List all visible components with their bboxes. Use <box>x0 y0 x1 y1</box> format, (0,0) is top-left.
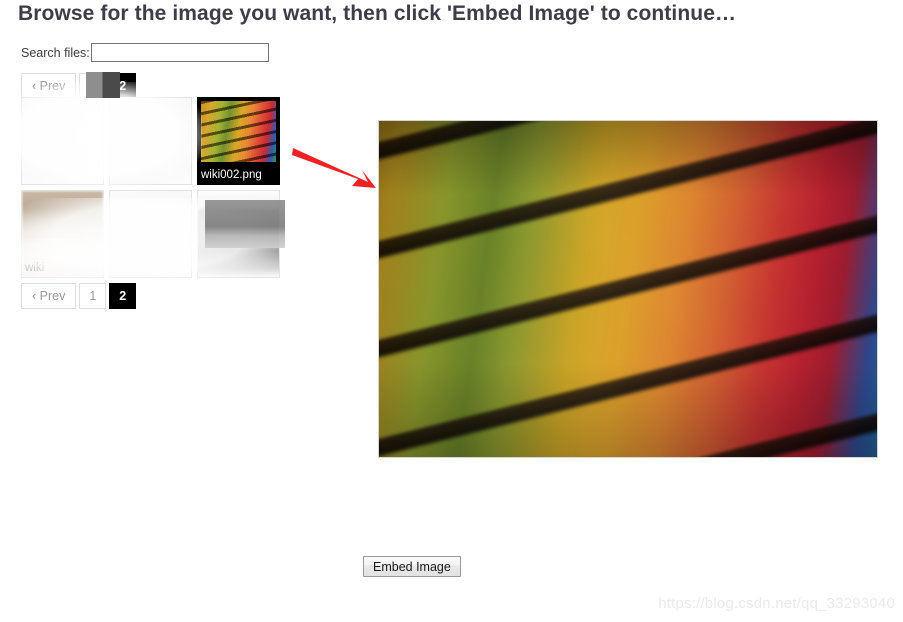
file-thumbnail <box>110 191 191 277</box>
file-tile-selected[interactable]: wiki002.png <box>197 97 280 185</box>
file-name-label: wiki <box>25 262 45 274</box>
file-tile[interactable]: wiki <box>21 190 104 278</box>
file-tile[interactable] <box>21 97 104 185</box>
file-thumbnail <box>201 101 276 162</box>
red-arrow-annotation-icon <box>292 148 376 188</box>
image-preview[interactable] <box>378 120 878 458</box>
search-row: Search files: <box>21 43 269 62</box>
page-title: Browse for the image you want, then clic… <box>18 2 737 25</box>
file-name-label: wiki002.png <box>201 169 262 181</box>
pagination-top-prev-button[interactable]: ‹ Prev <box>21 73 77 99</box>
search-files-label: Search files: <box>21 45 90 60</box>
search-input[interactable] <box>90 43 269 62</box>
preview-image-shading <box>379 121 877 457</box>
embed-image-button[interactable]: Embed Image <box>363 556 461 577</box>
file-tile[interactable] <box>109 190 192 278</box>
file-browser-grid: wiki002.png wiki <box>21 97 287 283</box>
file-thumbnail <box>22 98 103 184</box>
file-tile[interactable] <box>197 190 280 278</box>
file-thumbnail <box>198 191 279 277</box>
file-thumbnail <box>110 98 191 184</box>
pagination-bottom-page-1[interactable]: 1 <box>79 283 107 309</box>
pagination-bottom-page-2[interactable]: 2 <box>109 283 137 309</box>
watermark: https://blog.csdn.net/qq_33293040 <box>658 595 895 612</box>
pagination-top: ‹ Prev 1 2 <box>21 73 139 99</box>
pagination-bottom: ‹ Prev 1 2 <box>21 283 139 309</box>
file-tile[interactable] <box>109 97 192 185</box>
pagination-top-page-2[interactable]: 2 <box>109 73 137 99</box>
pagination-bottom-prev-button[interactable]: ‹ Prev <box>21 283 77 309</box>
pagination-top-page-1[interactable]: 1 <box>79 73 107 99</box>
